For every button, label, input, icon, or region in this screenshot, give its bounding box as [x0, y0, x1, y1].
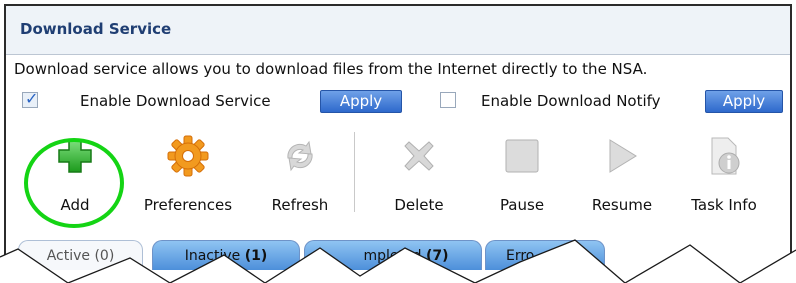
torn-edge-overlay — [0, 239, 796, 283]
